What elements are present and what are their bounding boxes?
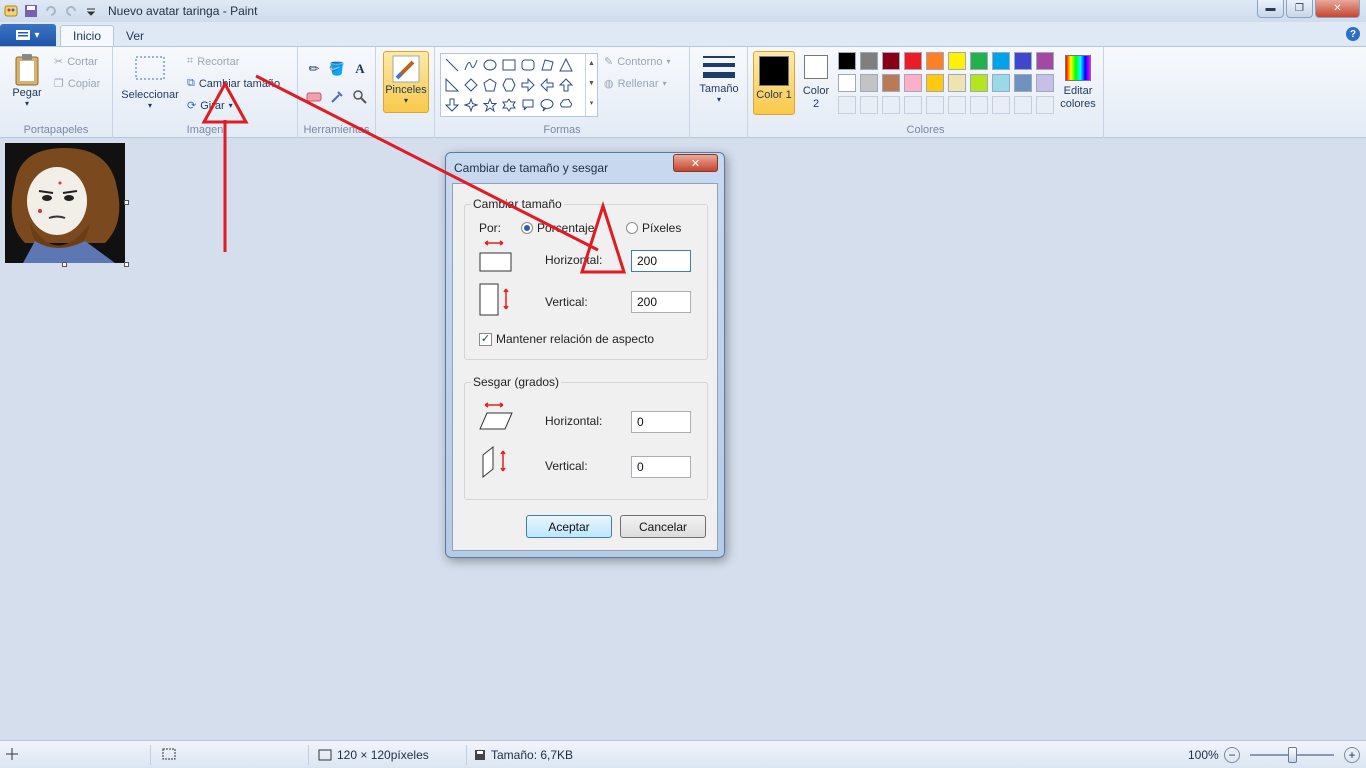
status-divider <box>150 745 151 765</box>
image-size-icon <box>318 749 332 761</box>
image-dimensions: 120 × 120píxeles <box>318 748 429 762</box>
status-bar: 120 × 120píxeles Tamaño: 6,7KB 100% − + <box>0 740 1366 768</box>
selection-size-icon <box>162 748 176 760</box>
zoom-percentage: 100% <box>1188 748 1219 762</box>
annotation-overlay <box>201 74 627 274</box>
file-size: Tamaño: 6,7KB <box>474 748 573 762</box>
cursor-position-icon <box>6 748 18 760</box>
status-divider <box>466 745 467 765</box>
annotation-arrowhead-resize <box>201 80 249 124</box>
annotation-arrowhead-dialog <box>579 201 627 274</box>
disk-icon <box>475 750 485 760</box>
file-size-text: Tamaño: 6,7KB <box>491 748 574 762</box>
status-divider <box>308 745 309 765</box>
annotation-arrow-line <box>255 74 599 252</box>
zoom-out-button[interactable]: − <box>1224 747 1240 763</box>
image-dimensions-text: 120 × 120píxeles <box>337 748 429 762</box>
zoom-slider-thumb[interactable] <box>1288 747 1297 763</box>
zoom-in-button[interactable]: + <box>1344 747 1360 763</box>
